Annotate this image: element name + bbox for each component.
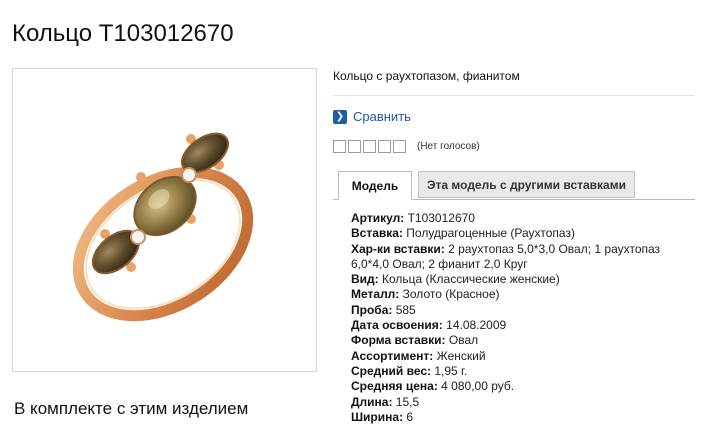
spec-value: 1,95 г. [431, 363, 468, 378]
spec-row: Вставка: Полудрагоценные (Раухтопаз) [351, 226, 691, 241]
spec-label: Металл: [351, 287, 400, 302]
spec-row: Хар-ки вставки: 2 раухтопаз 5,0*3,0 Овал… [351, 242, 691, 273]
spec-label: Ширина: [351, 409, 404, 424]
spec-value: Золото (Красное) [399, 287, 500, 302]
spec-value: Т103012670 [404, 211, 475, 225]
spec-value: 15,5 [392, 394, 420, 409]
spec-value: 6 [403, 409, 414, 424]
spec-label: Длина: [351, 394, 393, 409]
spec-row: Ширина: 6 [351, 410, 691, 425]
spec-value: 4 080,00 руб. [437, 379, 515, 394]
rating-widget[interactable]: (Нет голосов) [333, 140, 480, 153]
spec-list: Артикул: Т103012670 Вставка: Полудрагоце… [351, 211, 691, 425]
spec-value: Кольца (Классические женские) [378, 272, 560, 287]
spec-label: Форма вставки: [351, 333, 446, 348]
tab-other-inserts[interactable]: Эта модель с другими вставками [418, 171, 635, 198]
spec-label: Вставка: [351, 226, 403, 241]
spec-value: 585 [392, 302, 416, 317]
kit-heading: В комплекте с этим изделием [14, 399, 249, 418]
spec-row: Ассортимент: Женский [351, 349, 691, 364]
spec-row: Средний вес: 1,95 г. [351, 364, 691, 379]
spec-label: Средний вес: [351, 363, 432, 378]
spec-label: Средняя цена: [351, 379, 438, 394]
spec-row: Средняя цена: 4 080,00 руб. [351, 379, 691, 394]
spec-label: Артикул: [351, 211, 405, 225]
spec-label: Проба: [351, 302, 393, 317]
rating-votes-text: (Нет голосов) [417, 141, 480, 152]
product-short-description: Кольцо с раухтопазом, фианитом [333, 69, 520, 83]
spec-label: Ассортимент: [351, 348, 434, 363]
spec-value: Овал [445, 333, 479, 348]
divider [333, 95, 694, 96]
spec-row: Вид: Кольца (Классические женские) [351, 272, 691, 287]
tab-bar: Модель Эта модель с другими вставками [333, 171, 695, 200]
product-image[interactable] [12, 68, 317, 372]
chevron-right-icon: ❯ [333, 109, 347, 124]
spec-value: 14.08.2009 [442, 318, 507, 333]
spec-row: Проба: 585 [351, 303, 691, 318]
spec-label: Вид: [351, 272, 379, 287]
rating-star[interactable] [363, 140, 376, 153]
rating-star[interactable] [378, 140, 391, 153]
spec-value: Женский [433, 348, 486, 363]
spec-row: Металл: Золото (Красное) [351, 287, 691, 302]
spec-row: Форма вставки: Овал [351, 333, 691, 348]
spec-label: Дата освоения: [351, 318, 443, 333]
spec-label: Хар-ки вставки: [351, 241, 445, 256]
rating-star[interactable] [393, 140, 406, 153]
spec-row: Длина: 15,5 [351, 395, 691, 410]
spec-value: Полудрагоценные (Раухтопаз) [402, 226, 575, 241]
rating-star[interactable] [348, 140, 361, 153]
rating-star[interactable] [333, 140, 346, 153]
tab-model[interactable]: Модель [338, 171, 412, 200]
spec-row: Дата освоения: 14.08.2009 [351, 318, 691, 333]
compare-link[interactable]: Сравнить [353, 109, 411, 124]
ring-photo [72, 132, 254, 322]
page-title: Кольцо Т103012670 [12, 20, 234, 47]
spec-row: Артикул: Т103012670 [351, 211, 691, 226]
compare-button[interactable]: ❯ Сравнить [333, 109, 411, 124]
